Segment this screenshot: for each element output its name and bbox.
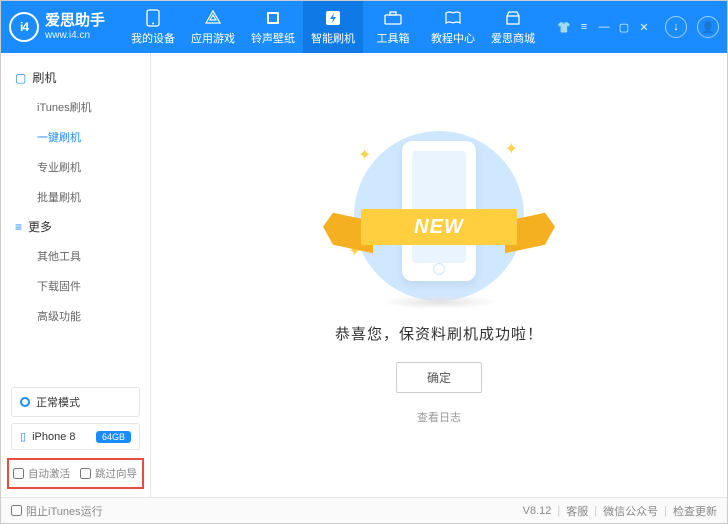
more-icon: ≡ — [15, 220, 22, 234]
window-controls: 👕 ≡ — ▢ ✕ ↓ 👤 — [557, 16, 719, 38]
chk-auto-activate-input[interactable] — [13, 468, 24, 479]
view-log-link[interactable]: 查看日志 — [417, 409, 461, 425]
maximize-icon[interactable]: ▢ — [617, 20, 631, 34]
music-icon — [264, 9, 282, 27]
sidebar-item-pro-flash[interactable]: 专业刷机 — [1, 152, 150, 182]
separator: | — [594, 505, 597, 517]
mode-label: 正常模式 — [36, 394, 80, 410]
phone-icon — [144, 9, 162, 27]
nav-label: 工具箱 — [377, 30, 410, 46]
minimize-icon[interactable]: — — [597, 20, 611, 34]
app-logo: i4 爱思助手 www.i4.cn — [9, 12, 105, 42]
flash-icon — [324, 9, 342, 27]
device-mode[interactable]: 正常模式 — [11, 387, 140, 417]
sidebar: ▢ 刷机 iTunes刷机 一键刷机 专业刷机 批量刷机 ≡ 更多 其他工具 下… — [1, 53, 151, 497]
ok-button[interactable]: 确定 — [396, 362, 482, 393]
main-panel: ✦ ✦ ✦ ✦ NEW 恭喜您，保资料刷机成功啦！ 确定 查看日志 — [151, 53, 727, 497]
nav-tutorials[interactable]: 教程中心 — [423, 1, 483, 53]
nav-label: 我的设备 — [131, 30, 175, 46]
sidebar-item-itunes-flash[interactable]: iTunes刷机 — [1, 92, 150, 122]
nav-label: 应用游戏 — [191, 30, 235, 46]
support-link[interactable]: 客服 — [566, 503, 588, 519]
sidebar-item-oneclick-flash[interactable]: 一键刷机 — [1, 122, 150, 152]
sidebar-item-batch-flash[interactable]: 批量刷机 — [1, 182, 150, 212]
sparkle-icon: ✦ — [505, 139, 518, 159]
section-title: 更多 — [28, 218, 52, 235]
user-controls: ↓ 👤 — [665, 16, 719, 38]
download-icon[interactable]: ↓ — [665, 16, 687, 38]
sidebar-section-flash[interactable]: ▢ 刷机 — [1, 63, 150, 92]
phone-small-icon: ▯ — [20, 430, 26, 443]
titlebar: i4 爱思助手 www.i4.cn 我的设备 应用游戏 铃声壁纸 智能刷机 — [1, 1, 727, 53]
nav-label: 铃声壁纸 — [251, 30, 295, 46]
nav-my-device[interactable]: 我的设备 — [123, 1, 183, 53]
nav-apps[interactable]: 应用游戏 — [183, 1, 243, 53]
footer-right: V8.12 | 客服 | 微信公众号 | 检查更新 — [523, 503, 717, 519]
nav-label: 教程中心 — [431, 30, 475, 46]
wechat-link[interactable]: 微信公众号 — [603, 503, 658, 519]
apps-icon — [204, 9, 222, 27]
menu-icon[interactable]: ≡ — [577, 20, 591, 34]
sidebar-item-download-fw[interactable]: 下载固件 — [1, 271, 150, 301]
chk-auto-activate[interactable]: 自动激活 — [13, 466, 70, 481]
logo-text: 爱思助手 www.i4.cn — [45, 13, 105, 41]
device-info[interactable]: ▯ iPhone 8 64GB — [11, 423, 140, 450]
nav-ringtones[interactable]: 铃声壁纸 — [243, 1, 303, 53]
mode-dot-icon — [20, 397, 30, 407]
success-message: 恭喜您，保资料刷机成功啦！ — [335, 323, 543, 344]
chk-skip-setup-input[interactable] — [80, 468, 91, 479]
chk-skip-label: 跳过向导 — [95, 466, 137, 481]
block-itunes[interactable]: 阻止iTunes运行 — [11, 503, 103, 519]
section-title: 刷机 — [32, 69, 56, 86]
app-title: 爱思助手 — [45, 13, 105, 30]
separator: | — [557, 505, 560, 517]
success-illustration: ✦ ✦ ✦ ✦ NEW — [334, 125, 544, 305]
check-update-link[interactable]: 检查更新 — [673, 503, 717, 519]
nav-label: 智能刷机 — [311, 30, 355, 46]
block-itunes-label: 阻止iTunes运行 — [26, 503, 103, 519]
nav-label: 爱思商城 — [491, 30, 535, 46]
sidebar-item-other-tools[interactable]: 其他工具 — [1, 241, 150, 271]
chk-skip-setup[interactable]: 跳过向导 — [80, 466, 137, 481]
sidebar-item-advanced[interactable]: 高级功能 — [1, 301, 150, 331]
phone-outline-icon: ▢ — [15, 71, 26, 85]
ribbon-text: NEW — [361, 209, 517, 245]
close-icon[interactable]: ✕ — [637, 20, 651, 34]
nav-flash[interactable]: 智能刷机 — [303, 1, 363, 53]
nav-shop[interactable]: 爱思商城 — [483, 1, 543, 53]
post-flash-options: 自动激活 跳过向导 — [7, 458, 144, 489]
sidebar-spacer — [1, 331, 150, 381]
device-name: iPhone 8 — [32, 431, 75, 443]
body: ▢ 刷机 iTunes刷机 一键刷机 专业刷机 批量刷机 ≡ 更多 其他工具 下… — [1, 53, 727, 497]
version-label: V8.12 — [523, 505, 552, 517]
book-icon — [444, 9, 462, 27]
chk-auto-label: 自动激活 — [28, 466, 70, 481]
toolbox-icon — [384, 9, 402, 27]
logo-badge: i4 — [9, 12, 39, 42]
ribbon: NEW — [339, 203, 539, 263]
status-bar: 阻止iTunes运行 V8.12 | 客服 | 微信公众号 | 检查更新 — [1, 497, 727, 523]
nav-toolbox[interactable]: 工具箱 — [363, 1, 423, 53]
device-capacity-badge: 64GB — [96, 431, 131, 443]
skin-icon[interactable]: 👕 — [557, 20, 571, 34]
shop-icon — [504, 9, 522, 27]
user-icon[interactable]: 👤 — [697, 16, 719, 38]
top-nav: 我的设备 应用游戏 铃声壁纸 智能刷机 工具箱 教程中心 — [123, 1, 543, 53]
sidebar-section-more[interactable]: ≡ 更多 — [1, 212, 150, 241]
block-itunes-checkbox[interactable] — [11, 505, 22, 516]
app-subtitle: www.i4.cn — [45, 30, 105, 41]
sparkle-icon: ✦ — [358, 145, 371, 165]
app-window: i4 爱思助手 www.i4.cn 我的设备 应用游戏 铃声壁纸 智能刷机 — [0, 0, 728, 524]
separator: | — [664, 505, 667, 517]
